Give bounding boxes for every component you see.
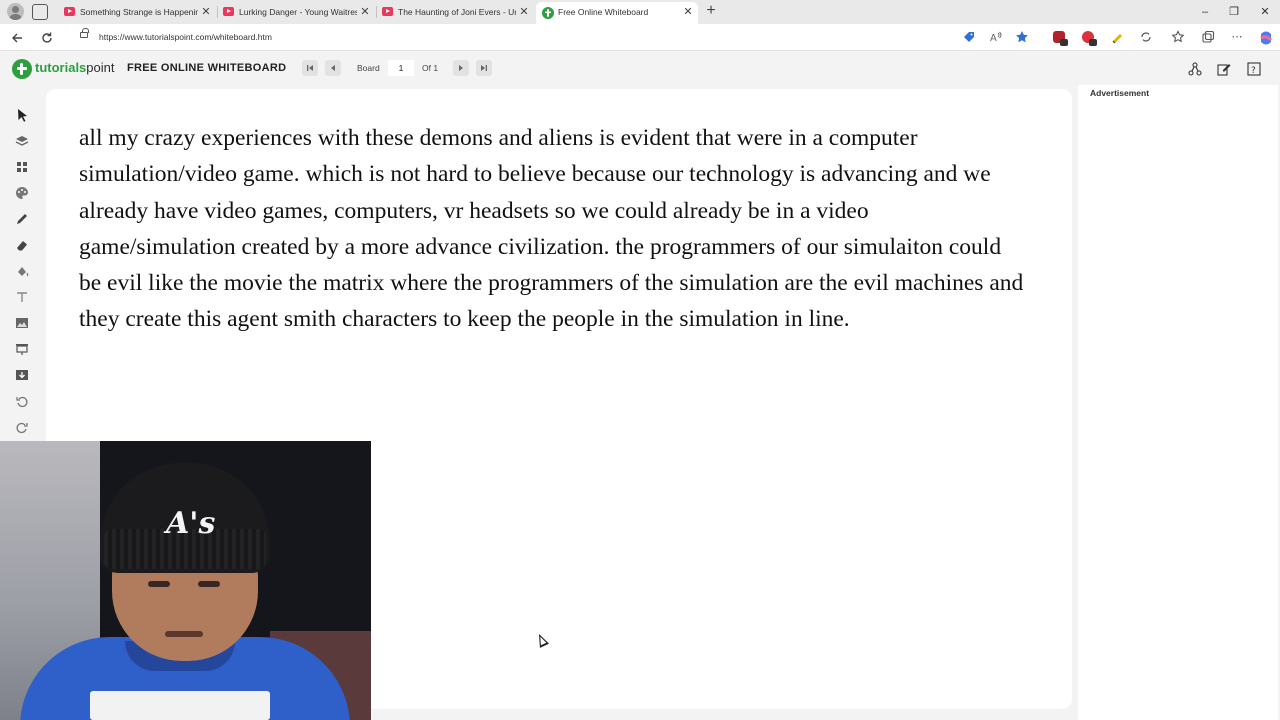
svg-text:A: A — [990, 33, 997, 44]
tab-title: Lurking Danger - Young Waitress — [239, 7, 357, 17]
tab-title: Something Strange is Happening — [80, 7, 198, 17]
beanie-logo: A's — [166, 506, 216, 541]
logo-text-brand: tutorials — [35, 60, 87, 75]
page-title: FREE ONLINE WHITEBOARD — [127, 62, 287, 74]
advertisement-label: Advertisement — [1090, 88, 1150, 98]
board-label: Board — [357, 63, 380, 73]
profile-avatar-icon[interactable] — [7, 3, 24, 20]
youtube-favicon-icon — [64, 7, 75, 16]
close-tab-icon[interactable]: ✕ — [682, 2, 694, 22]
reload-button[interactable] — [38, 29, 56, 47]
favorite-star-icon[interactable] — [1015, 30, 1029, 44]
board-number-input[interactable]: 1 — [388, 60, 414, 76]
share-icon[interactable] — [1187, 61, 1203, 77]
text-tool-icon[interactable] — [13, 288, 31, 306]
image-icon[interactable] — [13, 314, 31, 332]
browser-toolbar: https://www.tutorialspoint.com/whiteboar… — [0, 24, 1280, 51]
favorites-icon[interactable] — [1171, 30, 1185, 44]
close-window-button[interactable]: ✕ — [1250, 2, 1280, 22]
fill-bucket-icon[interactable] — [13, 262, 31, 280]
last-board-button[interactable] — [476, 60, 492, 76]
board-count-label: Of 1 — [422, 63, 439, 73]
tab-haunting-joni-evers[interactable]: The Haunting of Joni Evers - Unex ✕ — [376, 2, 534, 22]
close-tab-icon[interactable]: ✕ — [518, 2, 530, 22]
pencil-icon[interactable] — [13, 210, 31, 228]
layers-icon[interactable] — [13, 132, 31, 150]
undo-icon[interactable] — [13, 392, 31, 410]
tutorialspoint-logo-icon[interactable] — [12, 59, 32, 79]
next-board-button[interactable] — [453, 60, 469, 76]
webcam-person-mouth — [165, 631, 203, 637]
more-menu-icon[interactable]: ⋯ — [1230, 30, 1244, 44]
board-bottom-edge — [371, 714, 1078, 720]
previous-board-button[interactable] — [325, 60, 341, 76]
tab-title: The Haunting of Joni Evers - Unex — [398, 7, 516, 17]
youtube-favicon-icon — [223, 7, 234, 16]
browser-tab-strip: Something Strange is Happening ✕ Lurking… — [0, 0, 1280, 24]
svg-text:?: ? — [1251, 66, 1256, 76]
first-board-button[interactable] — [302, 60, 318, 76]
close-tab-icon[interactable]: ✕ — [359, 2, 371, 22]
help-icon[interactable]: ? — [1246, 61, 1262, 77]
minimize-button[interactable]: – — [1190, 2, 1220, 22]
webcam-video-overlay: A's — [0, 441, 371, 720]
webcam-person-eye — [198, 581, 220, 587]
url-text: https://www.tutorialspoint.com/whiteboar… — [99, 32, 272, 42]
advertisement-panel: Advertisement — [1078, 85, 1278, 720]
extension-gift-icon[interactable] — [1081, 30, 1097, 46]
presentation-icon[interactable] — [13, 340, 31, 358]
tab-title: Free Online Whiteboard — [558, 7, 649, 17]
shapes-grid-icon[interactable] — [13, 158, 31, 176]
redo-icon[interactable] — [13, 418, 31, 436]
back-button[interactable] — [9, 29, 27, 47]
collections-icon[interactable] — [1201, 30, 1215, 44]
read-aloud-icon[interactable]: A — [989, 30, 1003, 44]
logo-text-rest: point — [86, 60, 115, 75]
webcam-shirt-print — [90, 691, 270, 720]
color-palette-icon[interactable] — [13, 184, 31, 202]
extension-red-icon[interactable] — [1052, 30, 1068, 46]
new-tab-button[interactable]: + — [703, 1, 719, 21]
webcam-person-eye — [148, 581, 170, 587]
copilot-icon[interactable] — [1258, 30, 1273, 45]
select-pointer-icon[interactable] — [13, 106, 31, 124]
sync-icon[interactable] — [1139, 30, 1153, 44]
lock-icon — [80, 28, 89, 38]
highlighter-icon[interactable] — [1110, 30, 1124, 44]
coupon-tag-icon[interactable] — [962, 30, 976, 44]
tab-free-online-whiteboard[interactable]: Free Online Whiteboard ✕ — [536, 2, 698, 24]
download-icon[interactable] — [13, 366, 31, 384]
tab-actions-icon[interactable] — [32, 4, 48, 20]
youtube-favicon-icon — [382, 7, 393, 16]
close-tab-icon[interactable]: ✕ — [200, 2, 212, 22]
edit-icon[interactable] — [1216, 61, 1232, 77]
tab-lurking-danger[interactable]: Lurking Danger - Young Waitress ✕ — [217, 2, 375, 22]
restore-button[interactable]: ❐ — [1219, 2, 1249, 22]
tab-something-strange[interactable]: Something Strange is Happening ✕ — [58, 2, 216, 22]
eraser-icon[interactable] — [13, 236, 31, 254]
tutorialspoint-favicon-icon — [542, 6, 554, 19]
address-bar[interactable]: https://www.tutorialspoint.com/whiteboar… — [67, 27, 952, 48]
whiteboard-text[interactable]: all my crazy experiences with these demo… — [79, 120, 1029, 338]
site-header: tutorialspoint FREE ONLINE WHITEBOARD Bo… — [0, 52, 1280, 85]
tutorialspoint-logo-text[interactable]: tutorialspoint — [35, 52, 115, 84]
screen: Something Strange is Happening ✕ Lurking… — [0, 0, 1280, 720]
